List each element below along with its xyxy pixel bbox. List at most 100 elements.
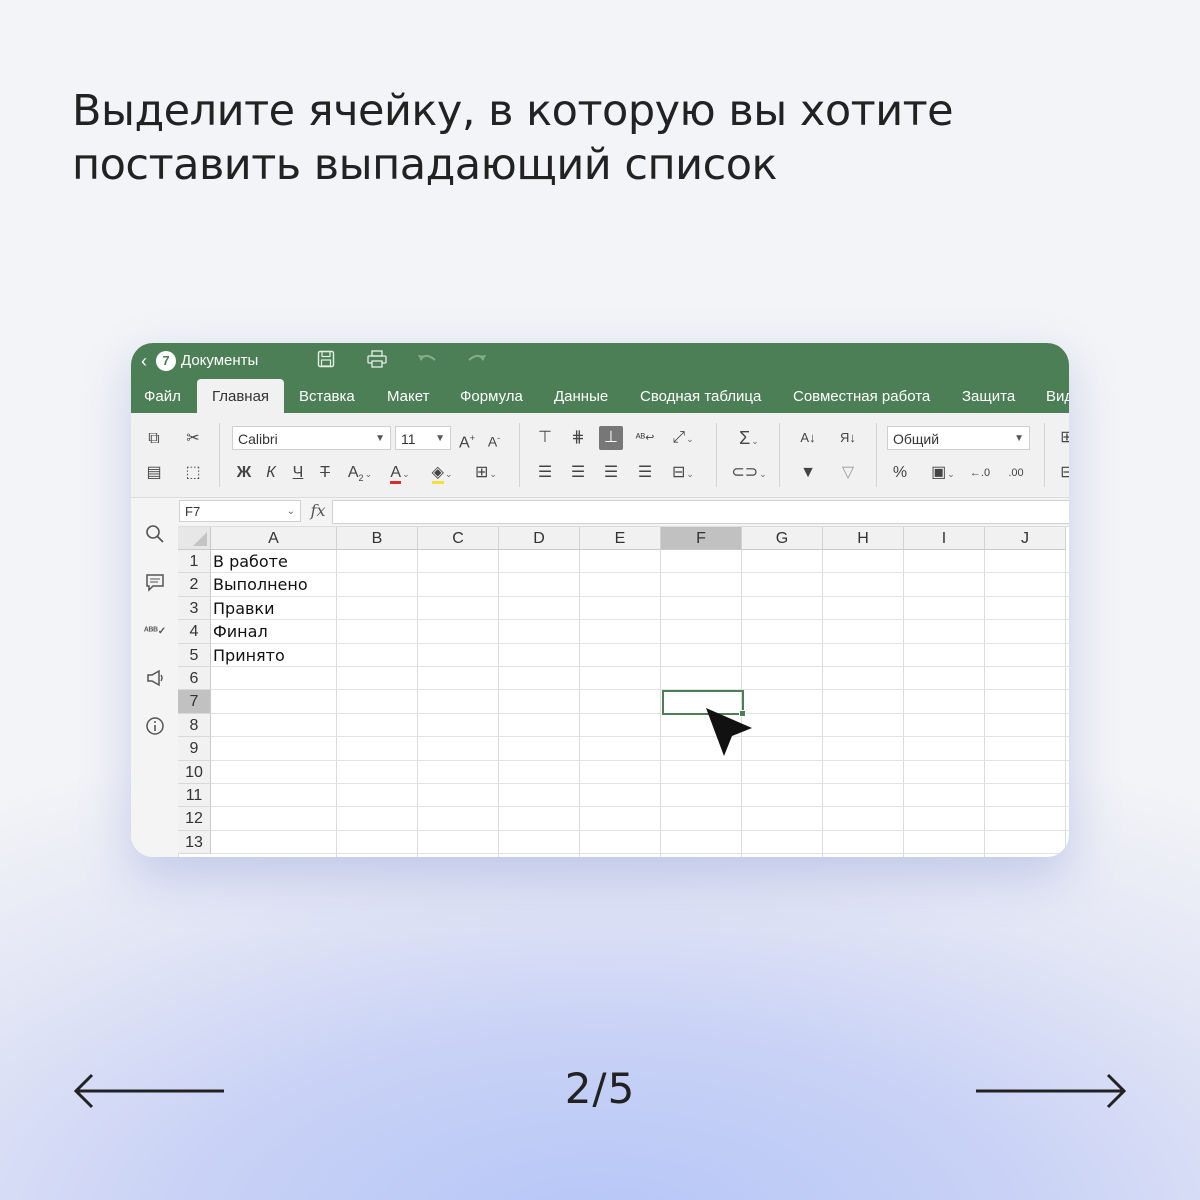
redo-icon[interactable] [467,350,487,371]
decrease-decimal-icon[interactable]: ←.0 [968,461,992,485]
name-box[interactable]: F7 ⌄ [179,500,301,522]
bold-button[interactable]: Ж [232,461,256,485]
column-header-e[interactable]: E [580,527,661,550]
percent-button[interactable]: % [888,461,912,485]
info-icon[interactable] [143,716,167,740]
undo-icon[interactable] [417,350,437,371]
cell-a2[interactable]: Выполнено [213,573,308,596]
row-header-12[interactable]: 12 [178,807,211,831]
justify-icon[interactable]: ☰ [633,461,657,485]
column-header-h[interactable]: H [823,527,904,550]
arrow-right-icon[interactable] [974,1072,1128,1110]
text-orientation-icon[interactable]: ⤢⌄ [665,426,701,450]
sort-descending-icon[interactable]: Я↓ [836,426,860,450]
sum-icon[interactable]: Σ⌄ [731,426,767,450]
row-header-1[interactable]: 1 [178,550,211,574]
tab-collaboration[interactable]: Совместная работа [793,379,930,413]
tab-file[interactable]: Файл [144,379,181,413]
column-header-b[interactable]: B [337,527,418,550]
chevron-down-icon: ⌄ [286,506,295,517]
font-size-select[interactable]: 11 ▼ [395,426,451,450]
column-header-d[interactable]: D [499,527,580,550]
grid-line [211,853,1069,855]
cell-a3[interactable]: Правки [213,597,274,620]
app-title[interactable]: Документы [181,352,258,369]
row-header-10[interactable]: 10 [178,760,211,784]
copy-icon[interactable]: ⧉ [142,427,166,451]
insert-cells-icon[interactable]: ⊞ [1055,426,1069,450]
delete-cells-icon[interactable]: ⊟ [1055,461,1069,485]
font-name-select[interactable]: Calibri ▼ [232,426,391,450]
number-format-select[interactable]: Общий ▼ [887,426,1030,450]
column-header-g[interactable]: G [742,527,823,550]
column-header-a[interactable]: A [211,527,337,550]
tab-layout[interactable]: Макет [387,379,429,413]
comments-icon[interactable] [143,572,167,596]
row-header-7[interactable]: 7 [178,690,211,714]
back-chevron-icon[interactable]: ‹ [141,351,147,372]
row-header-8[interactable]: 8 [178,713,211,738]
arrow-left-icon[interactable] [72,1072,226,1110]
align-center-icon[interactable]: ☰ [566,461,590,485]
row-header-11[interactable]: 11 [178,784,211,808]
tab-pivot-table[interactable]: Сводная таблица [640,379,761,413]
strikethrough-button[interactable]: Т [313,461,337,485]
column-header-i[interactable]: I [904,527,985,550]
select-all-corner[interactable] [178,527,211,550]
feedback-icon[interactable] [143,668,167,692]
row-header-5[interactable]: 5 [178,643,211,667]
align-middle-icon[interactable]: ⋕ [566,426,590,450]
align-left-icon[interactable]: ☰ [533,461,557,485]
tab-view[interactable]: Вид [1046,379,1069,413]
paste-icon[interactable]: ▤ [142,461,166,485]
column-header-f[interactable]: F [661,527,742,550]
currency-icon[interactable]: ▣⌄ [925,461,961,485]
save-icon[interactable] [317,350,335,373]
fill-color-icon[interactable]: ◈⌄ [425,461,459,485]
subscript-icon[interactable]: A2⌄ [343,461,377,485]
row-header-4[interactable]: 4 [178,620,211,644]
filter-icon[interactable]: ▼ [796,461,820,485]
underline-button[interactable]: Ч [286,461,310,485]
cell-a5[interactable]: Принято [213,644,285,667]
tab-protection[interactable]: Защита [962,379,1015,413]
align-right-icon[interactable]: ☰ [599,461,623,485]
formula-input[interactable] [332,500,1069,524]
cell-a1[interactable]: В работе [213,550,288,573]
function-icon[interactable]: fx [306,500,330,522]
ribbon-tabs: Файл Главная Вставка Макет Формула Данны… [131,379,1069,413]
sheet-grid[interactable]: A B C D E F G H I J 1 2 3 4 5 6 7 8 9 10 11 12 13 В работе Выпол… [178,527,1069,857]
print-icon[interactable] [367,350,387,373]
column-header-j[interactable]: J [985,527,1066,550]
tab-insert[interactable]: Вставка [299,379,355,413]
wrap-text-icon[interactable]: ᴬᴮ↩ [633,426,657,450]
tab-data[interactable]: Данные [554,379,608,413]
row-header-6[interactable]: 6 [178,667,211,691]
increase-font-icon[interactable]: A+ [455,426,479,451]
row-header-2[interactable]: 2 [178,573,211,597]
merge-cells-icon[interactable]: ⊟⌄ [665,461,701,485]
row-header-3[interactable]: 3 [178,596,211,621]
align-bottom-icon[interactable]: ⊥ [599,426,623,450]
italic-button[interactable]: К [259,461,283,485]
clear-filter-icon[interactable]: ▽ [836,461,860,485]
row-header-13[interactable]: 13 [178,830,211,855]
named-range-icon[interactable]: ⊂⊃⌄ [731,461,767,485]
grid-line [211,642,1069,644]
align-top-icon[interactable]: ⊤ [533,426,557,450]
increase-decimal-icon[interactable]: .00 [1004,461,1028,485]
column-header-c[interactable]: C [418,527,499,550]
select-all-icon[interactable]: ⬚ [181,461,205,485]
borders-icon[interactable]: ⊞⌄ [469,461,503,485]
cut-icon[interactable]: ✂ [181,427,205,451]
spellcheck-icon[interactable]: ᴬᴮᴮ✓ [143,620,167,644]
tab-formula[interactable]: Формула [460,379,523,413]
font-color-icon[interactable]: A⌄ [385,461,415,485]
grid-line [211,619,1069,621]
cell-a4[interactable]: Финал [213,620,268,643]
decrease-font-icon[interactable]: A- [482,426,506,450]
search-icon[interactable] [143,524,167,548]
sort-ascending-icon[interactable]: A↓ [796,426,820,450]
row-header-9[interactable]: 9 [178,737,211,761]
tab-home[interactable]: Главная [197,379,284,413]
